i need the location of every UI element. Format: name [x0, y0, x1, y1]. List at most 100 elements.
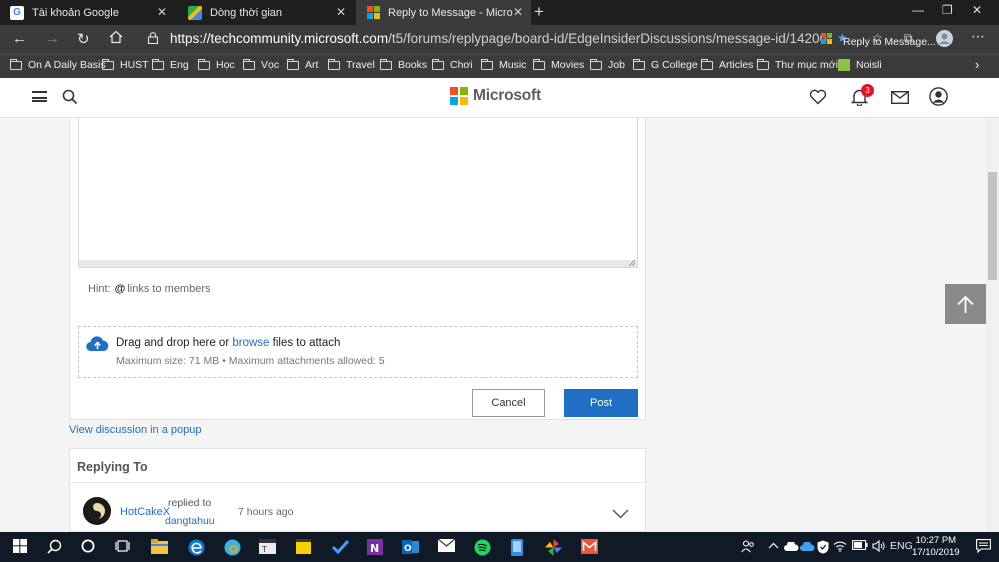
search-icon[interactable] [62, 89, 78, 108]
bookmark-noisli[interactable]: Noisli [838, 59, 882, 71]
minimize-icon[interactable]: — [912, 3, 924, 17]
noisli-icon [838, 59, 850, 71]
folder-icon [102, 58, 114, 70]
windows-start-icon[interactable] [13, 539, 29, 555]
mail-icon[interactable] [890, 90, 910, 107]
bookmark-folder[interactable]: Movies [533, 58, 584, 71]
search-icon[interactable] [47, 539, 63, 555]
svg-text:O: O [404, 544, 412, 554]
chevron-down-icon[interactable] [612, 508, 629, 522]
bookmark-folder[interactable]: Thư mục mới [757, 58, 838, 71]
back-to-top-button[interactable] [945, 284, 986, 324]
resize-grip-icon[interactable] [629, 260, 635, 266]
input-language[interactable]: ENG [890, 540, 913, 552]
folder-icon [10, 58, 22, 70]
spotify-icon[interactable] [474, 539, 491, 556]
more-menu-icon[interactable]: ⋯ [971, 28, 985, 45]
edge-legacy-icon[interactable] [188, 539, 205, 556]
arrow-up-icon [957, 295, 974, 313]
message-body-editor[interactable] [78, 118, 638, 268]
tab-timeline[interactable]: Dòng thời gian ✕ [178, 0, 354, 25]
wifi-icon[interactable] [833, 540, 847, 555]
bookmark-folder[interactable]: Job [590, 58, 625, 71]
volume-speaker-icon[interactable] [872, 539, 886, 555]
microsoft-logo[interactable]: Microsoft [450, 87, 541, 105]
show-hidden-icons-chevron-up-icon[interactable] [768, 540, 779, 552]
bookmark-folder[interactable]: HUST [102, 58, 149, 71]
bookmark-folder[interactable]: Travel [328, 58, 375, 71]
heart-icon[interactable] [809, 89, 827, 108]
svg-text:N: N [370, 542, 379, 555]
task-view-icon[interactable] [115, 539, 131, 555]
attachment-dropzone[interactable] [78, 326, 638, 378]
onedrive-cloud-icon[interactable] [784, 540, 799, 554]
profile-avatar[interactable] [936, 30, 953, 50]
editor-resize-bar[interactable] [78, 260, 638, 268]
cancel-button[interactable]: Cancel [472, 389, 545, 417]
close-tab-icon[interactable]: ✕ [336, 5, 346, 19]
onedrive-blue-cloud-icon[interactable] [800, 540, 815, 554]
folder-icon [198, 58, 210, 70]
bookmark-folder[interactable]: Vọc [243, 58, 279, 71]
back-icon[interactable]: ← [12, 30, 27, 47]
gmail-app-icon[interactable] [581, 539, 598, 555]
author-avatar[interactable] [83, 497, 111, 525]
sticky-notes-icon[interactable] [296, 539, 312, 555]
browse-files-link[interactable]: browse [232, 337, 269, 349]
home-icon[interactable] [109, 30, 123, 48]
forward-icon[interactable]: → [45, 30, 60, 47]
divider [70, 482, 645, 483]
phone-app-icon[interactable] [511, 539, 527, 556]
folder-icon [590, 58, 602, 70]
collections-icon[interactable]: ⧉ [904, 31, 913, 46]
mention-hint: Hint: @ links to members [88, 283, 211, 295]
author-name-link[interactable]: HotCakeX [120, 506, 170, 518]
file-explorer-icon[interactable] [151, 539, 168, 555]
close-tab-icon[interactable]: ✕ [513, 5, 523, 19]
bookmark-folder[interactable]: Eng [152, 58, 189, 71]
outlook-icon[interactable]: O [402, 539, 419, 555]
onenote-icon[interactable]: N [367, 539, 383, 555]
bookmark-folder[interactable]: Học [198, 58, 235, 71]
bookmark-folder[interactable]: Books [380, 58, 427, 71]
recipient-name-link[interactable]: dangtahuu [165, 515, 215, 527]
close-tab-icon[interactable]: ✕ [157, 5, 167, 19]
bookmark-folder[interactable]: Art [287, 58, 318, 71]
collection-icon[interactable] [821, 33, 833, 48]
refresh-icon[interactable]: ↻ [77, 30, 90, 48]
lock-icon[interactable] [147, 32, 159, 45]
folder-icon [152, 58, 164, 70]
terminal-app-icon[interactable]: T [259, 539, 276, 555]
url-field[interactable]: https://techcommunity.microsoft.com/t5/f… [170, 31, 827, 46]
post-button[interactable]: Post [564, 389, 638, 417]
bookmark-folder[interactable]: Music [481, 58, 526, 71]
hamburger-menu-icon[interactable] [32, 91, 47, 102]
photos-pinwheel-icon[interactable] [545, 539, 562, 556]
tab-google-account[interactable]: G Tài khoản Google ✕ [0, 0, 175, 25]
new-tab-button[interactable]: + [534, 2, 544, 22]
user-avatar-icon[interactable] [929, 87, 948, 109]
tab-reply-to-message[interactable]: Reply to Message - Microsoft Te ✕ [356, 0, 531, 25]
restore-icon[interactable]: ❐ [942, 3, 953, 17]
scrollbar-thumb[interactable] [988, 172, 997, 280]
bookmarks-overflow-icon[interactable]: › [975, 57, 979, 72]
system-clock[interactable]: 10:27 PM 17/10/2019 [912, 535, 960, 559]
windows-security-shield-icon[interactable] [817, 540, 829, 557]
bookmark-folder[interactable]: Chơi [432, 58, 473, 71]
edge-beta-icon[interactable] [224, 539, 241, 556]
view-discussion-popup-link[interactable]: View discussion in a popup [69, 424, 202, 436]
at-sign-icon: @ [114, 283, 126, 295]
notification-center-icon[interactable] [976, 539, 991, 556]
battery-icon[interactable] [852, 540, 868, 553]
people-icon[interactable] [741, 539, 755, 556]
window-close-icon[interactable]: ✕ [972, 3, 982, 17]
replying-to-title: Replying To [77, 460, 148, 474]
bookmark-folder[interactable]: On A Daily Basis [10, 58, 106, 71]
favorites-icon[interactable]: ☆ [872, 31, 883, 45]
todo-check-icon[interactable] [331, 539, 350, 555]
cortana-icon[interactable] [81, 539, 97, 555]
bookmark-folder[interactable]: G College [633, 58, 698, 71]
notification-badge: 3 [861, 84, 874, 97]
mail-app-icon[interactable] [437, 538, 456, 555]
bookmark-folder[interactable]: Articles [701, 58, 753, 71]
